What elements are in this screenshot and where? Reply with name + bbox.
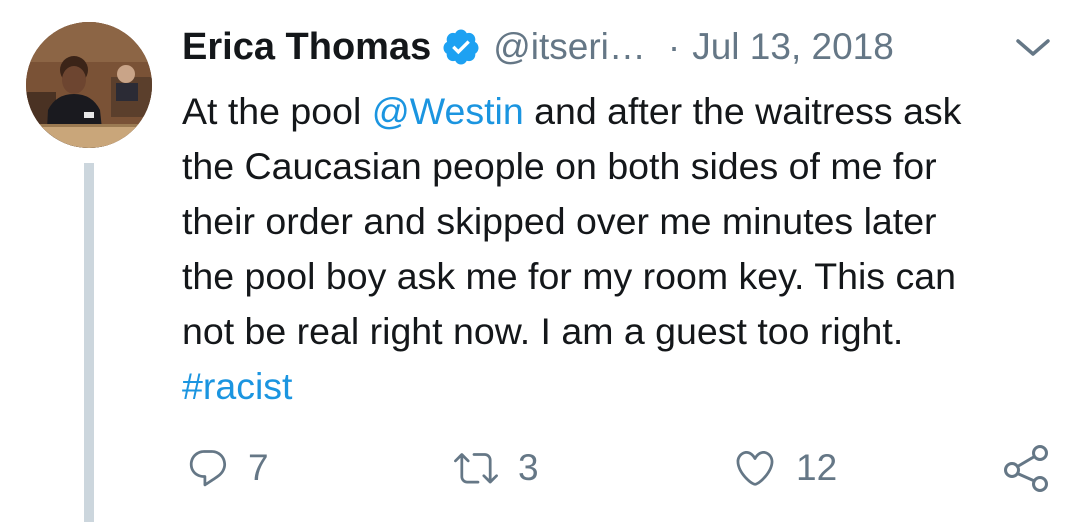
tweet-text-line: their order and skipped over me minutes …	[182, 200, 937, 242]
share-icon	[1004, 445, 1048, 492]
chevron-down-icon[interactable]	[1012, 34, 1054, 62]
like-heart-icon	[736, 450, 774, 486]
reply-icon	[189, 450, 227, 487]
mention-link[interactable]: @Westin	[372, 90, 524, 132]
avatar-photo	[26, 22, 152, 148]
like-count: 12	[796, 447, 838, 488]
separator-dot: ·	[667, 26, 681, 67]
author-name[interactable]: Erica Thomas	[182, 26, 431, 69]
reply-button[interactable]: 7	[186, 440, 269, 496]
tweet-text-line: not be real right now. I am a guest too …	[182, 310, 904, 352]
text-fragment: and after the waitress ask	[523, 90, 962, 132]
retweet-count: 3	[518, 447, 539, 488]
tweet-header: Erica Thomas @itseri… · Jul 13, 2018	[182, 22, 894, 72]
verified-badge-icon	[441, 27, 481, 67]
tweet[interactable]: Erica Thomas @itseri… · Jul 13, 2018 At …	[0, 0, 1080, 522]
author-handle[interactable]: @itseri…	[493, 26, 646, 68]
reply-count: 7	[248, 447, 269, 488]
hashtag-link[interactable]: #racist	[182, 359, 1062, 414]
action-bar: 7 3 12	[0, 440, 1080, 496]
avatar[interactable]	[26, 22, 152, 148]
text-fragment: At the pool	[182, 90, 372, 132]
tweet-text-line: the pool boy ask me for my room key. Thi…	[182, 255, 956, 297]
tweet-text: At the pool @Westin and after the waitre…	[182, 84, 1062, 414]
like-button[interactable]: 12	[732, 440, 837, 496]
tweet-text-line: the Caucasian people on both sides of me…	[182, 145, 937, 187]
retweet-icon	[454, 453, 498, 484]
share-button[interactable]	[1000, 440, 1052, 496]
tweet-date[interactable]: Jul 13, 2018	[692, 26, 894, 68]
retweet-button[interactable]: 3	[452, 440, 539, 496]
tweet-text-line: At the pool @Westin and after the waitre…	[182, 84, 1062, 139]
